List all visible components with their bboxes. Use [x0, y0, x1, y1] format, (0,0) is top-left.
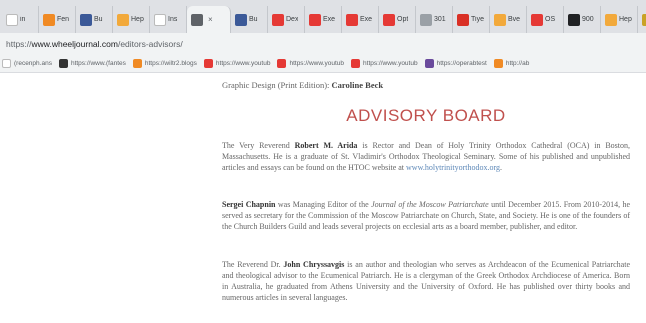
tab-strip: in Fen Bu Hep Ins × Bu Dex Exe Exe Opt 301 Tiye Bve OS…: [0, 0, 646, 33]
bio-sergei-chapnin: Sergei Chapnin was Managing Editor of th…: [222, 200, 631, 231]
bookmarks-bar: (recenph.ans https://www.(fantes https://w…: [0, 55, 646, 73]
tab-title: 900: [582, 16, 594, 23]
tab-title: Tiye: [471, 16, 484, 23]
tab-title: Ins: [168, 16, 178, 23]
gold-icon: [642, 13, 646, 26]
bookmark-label: https://www.youtub: [289, 60, 345, 67]
bookmark-label: https://www.youtub: [215, 60, 271, 67]
browser-tab[interactable]: Exe: [342, 6, 379, 33]
tab-title: in: [20, 16, 26, 23]
tab-title: Bu: [249, 16, 258, 23]
tab-title: Fen: [57, 16, 70, 23]
tab-icon: [6, 13, 18, 26]
page-icon: [605, 13, 617, 26]
credit-name: Caroline Beck: [331, 80, 384, 90]
browser-tab[interactable]: Tiye: [453, 6, 490, 33]
browser-tab[interactable]: 900: [564, 6, 601, 33]
bookmark-label: https://www.youtub: [363, 60, 418, 67]
bookmark-item[interactable]: https://www.youtub: [277, 59, 344, 68]
browser-tab[interactable]: Fen: [39, 6, 76, 33]
browser-tab[interactable]: Hep: [113, 6, 150, 33]
bio-robert-arida: The Very Reverend Robert M. Arida is Rec…: [222, 141, 631, 172]
bio-john-chryssavgis: The Reverend Dr. John Chryssavgis is an …: [222, 260, 631, 302]
tab-title: Dex: [286, 16, 299, 23]
bookmark-item[interactable]: http://ab: [493, 59, 530, 68]
tab-title: 301: [434, 16, 446, 23]
bookmark-item[interactable]: https://wiltr2.blogs: [132, 59, 197, 68]
tab-title: Bu: [94, 16, 103, 23]
browser-tab[interactable]: Bu: [76, 6, 113, 33]
url-text[interactable]: https://www.wheeljournal.com/editors-adv…: [6, 39, 183, 49]
youtube-icon: [531, 13, 543, 26]
tab-title: Opt: [397, 16, 409, 23]
tab-title: Exe: [360, 16, 373, 23]
bookmark-favicon-icon: [203, 59, 213, 68]
graphic-design-credit: Graphic Design (Print Edition): Caroline…: [222, 80, 384, 90]
close-tab-icon[interactable]: ×: [208, 15, 213, 24]
globe-icon: [191, 13, 203, 26]
browser-tab[interactable]: Bve: [490, 6, 527, 33]
bookmark-item[interactable]: https://www.youtub: [351, 59, 418, 68]
red-circle-icon: [272, 13, 284, 26]
diamond-icon: [568, 13, 580, 26]
bookmark-favicon-icon: [2, 59, 11, 68]
browser-tab[interactable]: Exe: [305, 6, 342, 33]
tab-title: OS: [545, 16, 556, 23]
red-circle-icon: [309, 13, 321, 26]
a-icon: [154, 13, 166, 26]
page-icon: [494, 13, 506, 26]
tab-title: Hep: [131, 16, 144, 23]
htoc-website-link[interactable]: www.holytrinityorthodox.org: [406, 163, 500, 172]
bookmark-favicon-icon: [277, 59, 287, 68]
tab-title: Hep: [619, 16, 632, 23]
page-title: ADVISORY BOARD: [346, 106, 506, 125]
doc-icon: [420, 13, 432, 26]
bookmark-label: https://operabtest: [436, 60, 487, 67]
browser-tab[interactable]: Hep: [601, 6, 638, 33]
browser-tab[interactable]: Ofl: [638, 6, 646, 33]
browser-tab[interactable]: Bu: [231, 6, 268, 33]
red-circle-icon: [346, 13, 358, 26]
bookmark-label: https://wiltr2.blogs: [144, 60, 197, 67]
bookmark-favicon-icon: [424, 59, 434, 68]
bookmark-favicon-icon: [493, 59, 503, 68]
browser-tab[interactable]: 301: [416, 6, 453, 33]
bookmark-label: http://ab: [505, 60, 530, 67]
bio-name: Robert M. Arida: [294, 141, 358, 150]
blogger-icon: [43, 13, 55, 26]
journal-title: Journal of the Moscow Patriarchate: [371, 200, 489, 209]
bookmark-item[interactable]: https://operabtest: [424, 59, 487, 68]
page-icon: [117, 13, 129, 26]
facebook-icon: [235, 13, 247, 26]
tab-title: Exe: [323, 16, 336, 23]
browser-tab[interactable]: in: [2, 6, 39, 33]
bookmark-item[interactable]: https://www.youtub: [203, 59, 271, 68]
gmail-icon: [457, 13, 469, 26]
bio-name: John Chryssavgis: [283, 260, 345, 269]
tab-title: Bve: [508, 16, 521, 23]
browser-tab[interactable]: Opt: [379, 6, 416, 33]
bookmark-favicon-icon: [58, 59, 68, 68]
bookmark-favicon-icon: [351, 59, 361, 68]
browser-tab[interactable]: Dex: [268, 6, 305, 33]
address-bar[interactable]: https://www.wheeljournal.com/editors-adv…: [0, 33, 646, 55]
bookmark-label: https://www.(fantes: [70, 60, 126, 67]
browser-tab[interactable]: Ins: [150, 6, 187, 33]
bookmark-favicon-icon: [132, 59, 142, 68]
browser-tab[interactable]: ×: [187, 6, 231, 33]
bio-name: Sergei Chapnin: [222, 200, 276, 209]
bookmark-item[interactable]: (recenph.ans: [2, 59, 52, 68]
bookmark-label: (recenph.ans: [14, 60, 52, 67]
browser-tab[interactable]: OS: [527, 6, 564, 33]
facebook-icon: [80, 13, 92, 26]
page-content: Graphic Design (Print Edition): Caroline…: [0, 74, 646, 323]
bookmark-item[interactable]: https://www.(fantes: [58, 59, 126, 68]
red-circle-icon: [383, 13, 395, 26]
